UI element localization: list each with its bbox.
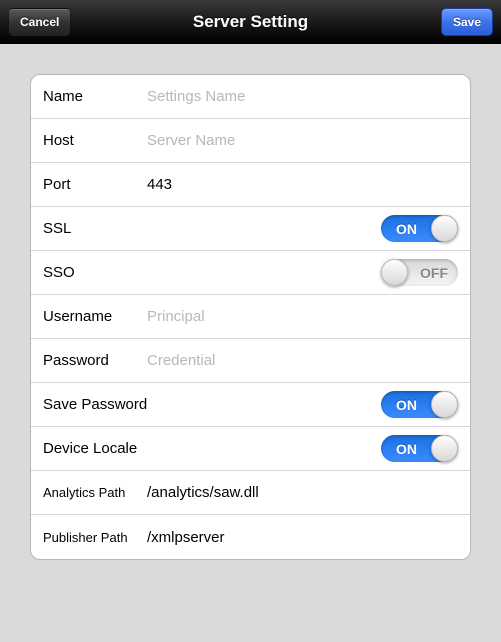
navbar: Cancel Server Setting Save (0, 0, 501, 44)
ssl-toggle[interactable]: ON (381, 215, 458, 242)
toggle-knob (431, 215, 458, 242)
ssl-label: SSL (43, 220, 147, 237)
row-port: Port (31, 163, 470, 207)
analytics-path-input[interactable] (147, 484, 458, 501)
analytics-path-label: Analytics Path (43, 485, 147, 500)
save-password-label: Save Password (43, 396, 381, 413)
host-input[interactable] (147, 132, 458, 149)
row-publisher-path: Publisher Path (31, 515, 470, 559)
toggle-knob (431, 435, 458, 462)
save-button[interactable]: Save (441, 8, 493, 36)
page-title: Server Setting (0, 12, 501, 32)
publisher-path-label: Publisher Path (43, 530, 147, 545)
row-name: Name (31, 75, 470, 119)
toggle-knob (431, 391, 458, 418)
row-username: Username (31, 295, 470, 339)
cancel-button[interactable]: Cancel (8, 8, 71, 36)
name-label: Name (43, 88, 147, 105)
row-ssl: SSL ON (31, 207, 470, 251)
row-save-password: Save Password ON (31, 383, 470, 427)
row-sso: SSO OFF (31, 251, 470, 295)
publisher-path-input[interactable] (147, 529, 458, 546)
row-device-locale: Device Locale ON (31, 427, 470, 471)
toggle-knob (381, 259, 408, 286)
password-input[interactable] (147, 352, 458, 369)
save-password-toggle[interactable]: ON (381, 391, 458, 418)
row-password: Password (31, 339, 470, 383)
username-input[interactable] (147, 308, 458, 325)
username-label: Username (43, 308, 147, 325)
sso-label: SSO (43, 264, 147, 281)
settings-group: Name Host Port SSL ON SSO OFF Us (30, 74, 471, 560)
port-label: Port (43, 176, 147, 193)
ssl-toggle-text: ON (396, 221, 417, 237)
row-host: Host (31, 119, 470, 163)
name-input[interactable] (147, 88, 458, 105)
sso-toggle[interactable]: OFF (381, 259, 458, 286)
row-analytics-path: Analytics Path (31, 471, 470, 515)
content: Name Host Port SSL ON SSO OFF Us (0, 44, 501, 590)
password-label: Password (43, 352, 147, 369)
save-password-toggle-text: ON (396, 397, 417, 413)
sso-toggle-text: OFF (420, 265, 448, 281)
host-label: Host (43, 132, 147, 149)
device-locale-toggle[interactable]: ON (381, 435, 458, 462)
device-locale-label: Device Locale (43, 440, 381, 457)
device-locale-toggle-text: ON (396, 441, 417, 457)
port-input[interactable] (147, 176, 458, 193)
